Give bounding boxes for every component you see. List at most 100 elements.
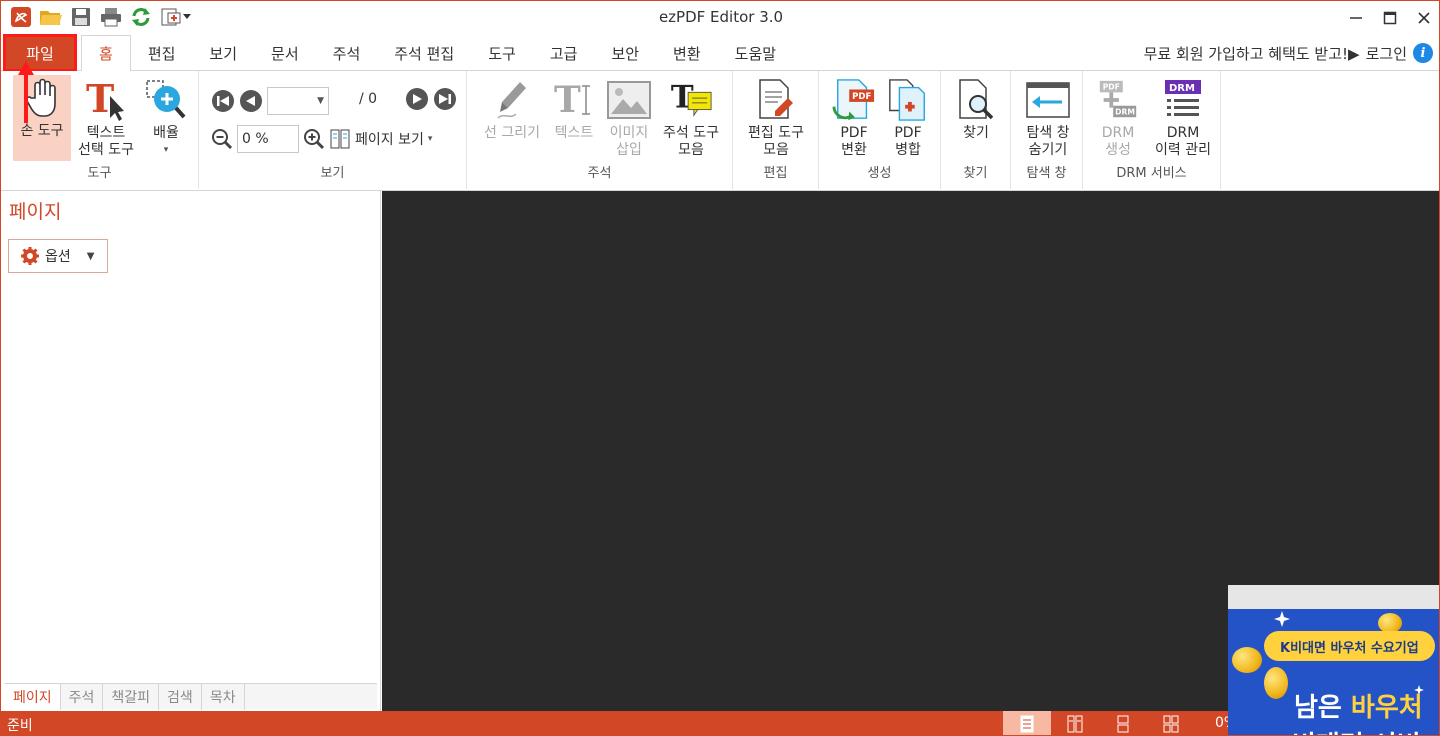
line-draw-button[interactable]: 선 그리기 [479,77,545,142]
zoom-in-small-icon[interactable] [303,128,325,150]
group-view: ▼ / 0 0 % 페이지 보기 ▾ 보기 [199,71,467,189]
page-view-label[interactable]: 페이지 보기 [355,129,424,149]
tab-annotation-edit[interactable]: 주석 편집 [377,35,471,71]
line-draw-label: 선 그리기 [484,125,540,141]
single-page-view-button[interactable] [1003,711,1051,735]
page-view-dropdown-icon: ▾ [427,134,433,144]
text-annotation-button[interactable]: T 텍스트 [549,77,599,142]
maximize-button[interactable] [1373,1,1407,35]
group-edit: 편집 도구 모음 편집 [733,71,819,189]
tab-view[interactable]: 보기 [192,35,254,71]
tab-file[interactable]: 파일 [3,34,77,72]
edit-tools-button[interactable]: 편집 도구 모음 [741,77,811,159]
pdf-merge-icon [886,77,930,123]
drm-create-label-1: DRM [1101,125,1135,141]
login-link[interactable]: 로그인 [1366,43,1407,64]
tab-tools[interactable]: 도구 [471,35,533,71]
zoom-row: 0 % 페이지 보기 ▾ [211,125,432,153]
tab-search[interactable]: 검색 [159,684,202,710]
ad-pill-text: K비대면 바우처 수요기업 [1264,631,1435,661]
tab-bookmarks[interactable]: 책갈피 [103,684,160,710]
tab-document[interactable]: 문서 [254,35,316,71]
account-area: 무료 회원 가입하고 혜택도 받고!▶ 로그인 i [1144,35,1433,71]
pdf-convert-button[interactable]: PDF PDF 변환 [829,77,879,159]
view-mode-buttons [1003,711,1195,735]
chevron-down-icon: ▼ [86,250,95,262]
svg-text:PDF: PDF [1103,82,1120,91]
tab-annotations[interactable]: 주석 [61,684,104,710]
coin-decoration [1378,613,1402,633]
app-window: ezPDF Editor 3.0 파일 홈 편집 보기 문서 주석 주석 편집 … [0,0,1440,736]
first-page-icon[interactable] [211,89,235,113]
drm-create-label-2: 생성 [1105,142,1131,158]
zoom-button[interactable]: 배율 ▾ [143,77,189,159]
tab-help[interactable]: 도움말 [718,35,793,71]
zoom-value-input[interactable]: 0 % [237,125,299,153]
tab-home[interactable]: 홈 [81,35,131,72]
group-drm-service: PDF DRM DRM 생성 DRM DRM 이력 관리 DRM 서비스 [1083,71,1221,189]
tab-advanced[interactable]: 고급 [533,35,595,71]
continuous-two-page-view-button[interactable] [1147,711,1195,735]
ad-top-strip [1228,585,1439,609]
minimize-button[interactable] [1339,1,1373,35]
annotation-tools-label-1: 주석 도구 [663,125,719,141]
navigation-pane: 페이지 옵션 ▼ 페이지 주석 책갈피 검색 목차 [1,191,381,711]
coin-decoration [1232,647,1262,673]
page-number-select[interactable]: ▼ [267,87,329,115]
ad-headline-part-2: 바우처 [1350,693,1423,723]
prev-page-icon[interactable] [239,89,263,113]
find-icon [954,77,998,123]
two-page-view-button[interactable] [1051,711,1099,735]
hide-nav-pane-button[interactable]: 탐색 창 숨기기 [1017,77,1079,159]
next-page-icon[interactable] [405,87,429,111]
annotation-tools-button[interactable]: T 주석 도구 모음 [657,77,725,159]
options-label: 옵션 [45,249,71,265]
text-select-tool-button[interactable]: T 텍스트 선택 도구 [71,77,141,159]
group-annotation: 선 그리기 T 텍스트 이미지 삽입 T 주석 도구 모음 주석 [467,71,733,189]
find-label: 찾기 [963,125,989,141]
tab-annotation[interactable]: 주석 [316,35,378,71]
ribbon: 손 도구 T 텍스트 선택 도구 배율 ▾ 도구 ▼ / 0 0 % 페이지 보… [1,71,1439,191]
ad-subline: 비대면 서비 [1292,725,1421,735]
signup-promo-link[interactable]: 무료 회원 가입하고 혜택도 받고!▶ [1144,43,1360,64]
page-select-arrow-icon: ▼ [317,96,324,106]
tab-convert[interactable]: 변환 [656,35,718,71]
edit-tools-label-1: 편집 도구 [748,125,804,141]
find-button[interactable]: 찾기 [953,77,999,142]
text-select-label-1: 텍스트 [86,125,126,141]
continuous-page-icon [1117,715,1129,733]
group-create: PDF PDF 변환 PDF 병합 생성 [819,71,941,189]
svg-text:T: T [554,79,581,121]
pdf-merge-button[interactable]: PDF 병합 [883,77,933,159]
drm-history-button[interactable]: DRM DRM 이력 관리 [1147,77,1219,159]
insert-image-label-1: 이미지 [609,125,649,141]
last-page-icon[interactable] [433,87,457,111]
zoom-label: 배율 [153,125,179,141]
ad-headline: 남은 바우처 [1294,687,1423,724]
ad-headline-part-1: 남은 [1294,693,1351,723]
zoom-out-icon[interactable] [211,128,233,150]
tab-contents[interactable]: 목차 [202,684,245,710]
sparkle-icon [1274,611,1290,627]
group-find-label: 찾기 [963,166,988,181]
drm-history-label-2: 이력 관리 [1155,142,1211,158]
options-dropdown-button[interactable]: 옵션 ▼ [8,239,108,273]
ad-banner[interactable]: K비대면 바우처 수요기업 남은 바우처 비대면 서비 [1228,585,1439,735]
image-icon [607,77,651,123]
tab-security[interactable]: 보안 [594,35,656,71]
group-view-label: 보기 [320,166,345,181]
info-icon[interactable]: i [1413,43,1433,63]
close-button[interactable] [1407,1,1439,35]
pdf-convert-label-1: PDF [840,125,868,141]
text-cursor-icon: T [84,77,128,123]
two-page-icon [1067,715,1083,733]
drm-create-button[interactable]: PDF DRM DRM 생성 [1091,77,1145,159]
group-tools-label: 도구 [87,166,112,181]
continuous-view-button[interactable] [1099,711,1147,735]
tab-edit[interactable]: 편집 [131,35,193,71]
red-arrow-icon [18,61,34,123]
insert-image-button[interactable]: 이미지 삽입 [603,77,655,159]
tab-pages[interactable]: 페이지 [5,684,61,710]
edit-document-icon [754,77,798,123]
page-view-icon[interactable] [329,128,351,150]
